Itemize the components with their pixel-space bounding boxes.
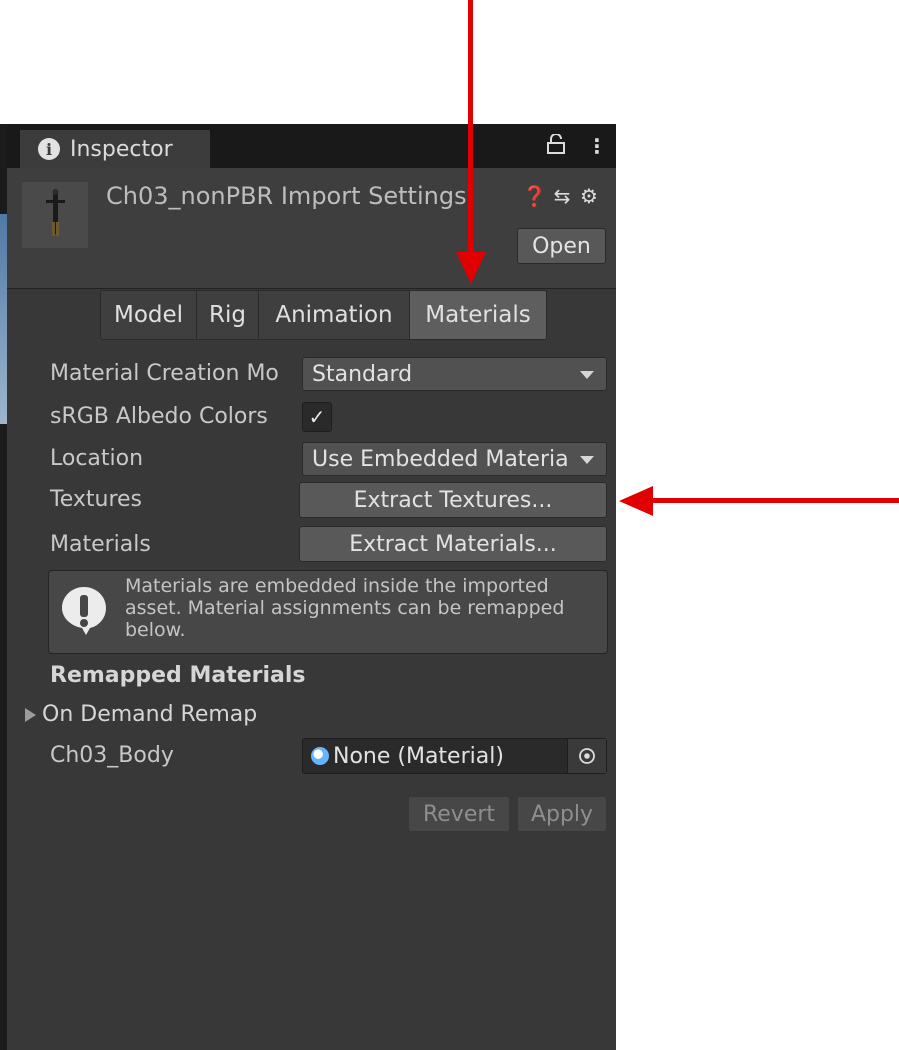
location-label: Location: [50, 446, 144, 471]
annotation-arrow-left-head: [619, 486, 653, 516]
lock-icon[interactable]: [547, 134, 565, 154]
importer-tabs: Model Rig Animation Materials: [100, 290, 547, 340]
tab-model[interactable]: Model: [101, 291, 197, 339]
location-dropdown[interactable]: Use Embedded Materia: [302, 442, 607, 476]
annotation-arrow-down-head: [456, 252, 486, 284]
open-button[interactable]: Open: [517, 228, 606, 264]
object-picker-icon[interactable]: [567, 739, 606, 773]
help-message: Materials are embedded inside the import…: [125, 575, 565, 641]
left-scene-strip: [0, 124, 7, 1050]
srgb-albedo-label: sRGB Albedo Colors: [50, 404, 268, 429]
material-creation-mode-dropdown[interactable]: Standard: [302, 357, 607, 391]
annotation-arrow-down-shaft: [468, 0, 473, 258]
extract-materials-button[interactable]: Extract Materials...: [299, 526, 607, 562]
tab-rig[interactable]: Rig: [197, 291, 259, 339]
tab-inspector-label: Inspector: [70, 136, 173, 162]
srgb-albedo-checkbox[interactable]: ✓: [302, 402, 332, 432]
model-thumbnail: [22, 182, 88, 248]
remapped-materials-heading: Remapped Materials: [50, 663, 306, 688]
header-divider: [7, 288, 616, 289]
foldout-arrow-icon: [25, 707, 36, 722]
location-value: Use Embedded Materia: [312, 446, 569, 472]
asset-title: Ch03_nonPBR Import Settings: [106, 182, 467, 210]
revert-button[interactable]: Revert: [408, 796, 510, 832]
warning-icon: [62, 587, 106, 635]
materials-label: Materials: [50, 532, 151, 557]
chevron-down-icon: [580, 456, 594, 464]
help-box: Materials are embedded inside the import…: [48, 570, 608, 654]
material-creation-mode-label: Material Creation Mo: [50, 361, 279, 386]
ch03-body-object-field[interactable]: None (Material): [302, 738, 607, 774]
material-icon: [311, 747, 329, 765]
tab-inspector[interactable]: i Inspector: [20, 130, 210, 168]
ch03-body-label: Ch03_Body: [50, 743, 174, 768]
on-demand-remap-foldout[interactable]: On Demand Remap: [25, 702, 257, 727]
asset-header: Ch03_nonPBR Import Settings ❓ ⇆ ⚙ Open: [7, 168, 616, 288]
kebab-menu-icon[interactable]: ⋮: [587, 134, 607, 158]
ch03-body-value: None (Material): [333, 743, 504, 769]
preset-icon[interactable]: ⇆: [550, 184, 574, 208]
textures-label: Textures: [50, 487, 142, 512]
chevron-down-icon: [580, 371, 594, 379]
tab-bar: i Inspector ⋮: [7, 124, 616, 168]
gear-icon[interactable]: ⚙: [577, 184, 601, 208]
tab-animation[interactable]: Animation: [259, 291, 410, 339]
apply-button[interactable]: Apply: [517, 796, 607, 832]
info-icon: i: [38, 138, 60, 160]
annotation-arrow-left-shaft: [650, 498, 899, 503]
inspector-window: i Inspector ⋮ Ch03_nonPBR Import Setting…: [0, 124, 616, 1050]
tab-materials[interactable]: Materials: [410, 291, 546, 339]
extract-textures-button[interactable]: Extract Textures...: [299, 482, 607, 518]
material-creation-mode-value: Standard: [312, 361, 413, 387]
on-demand-remap-label: On Demand Remap: [42, 702, 258, 727]
help-icon[interactable]: ❓: [522, 184, 547, 208]
